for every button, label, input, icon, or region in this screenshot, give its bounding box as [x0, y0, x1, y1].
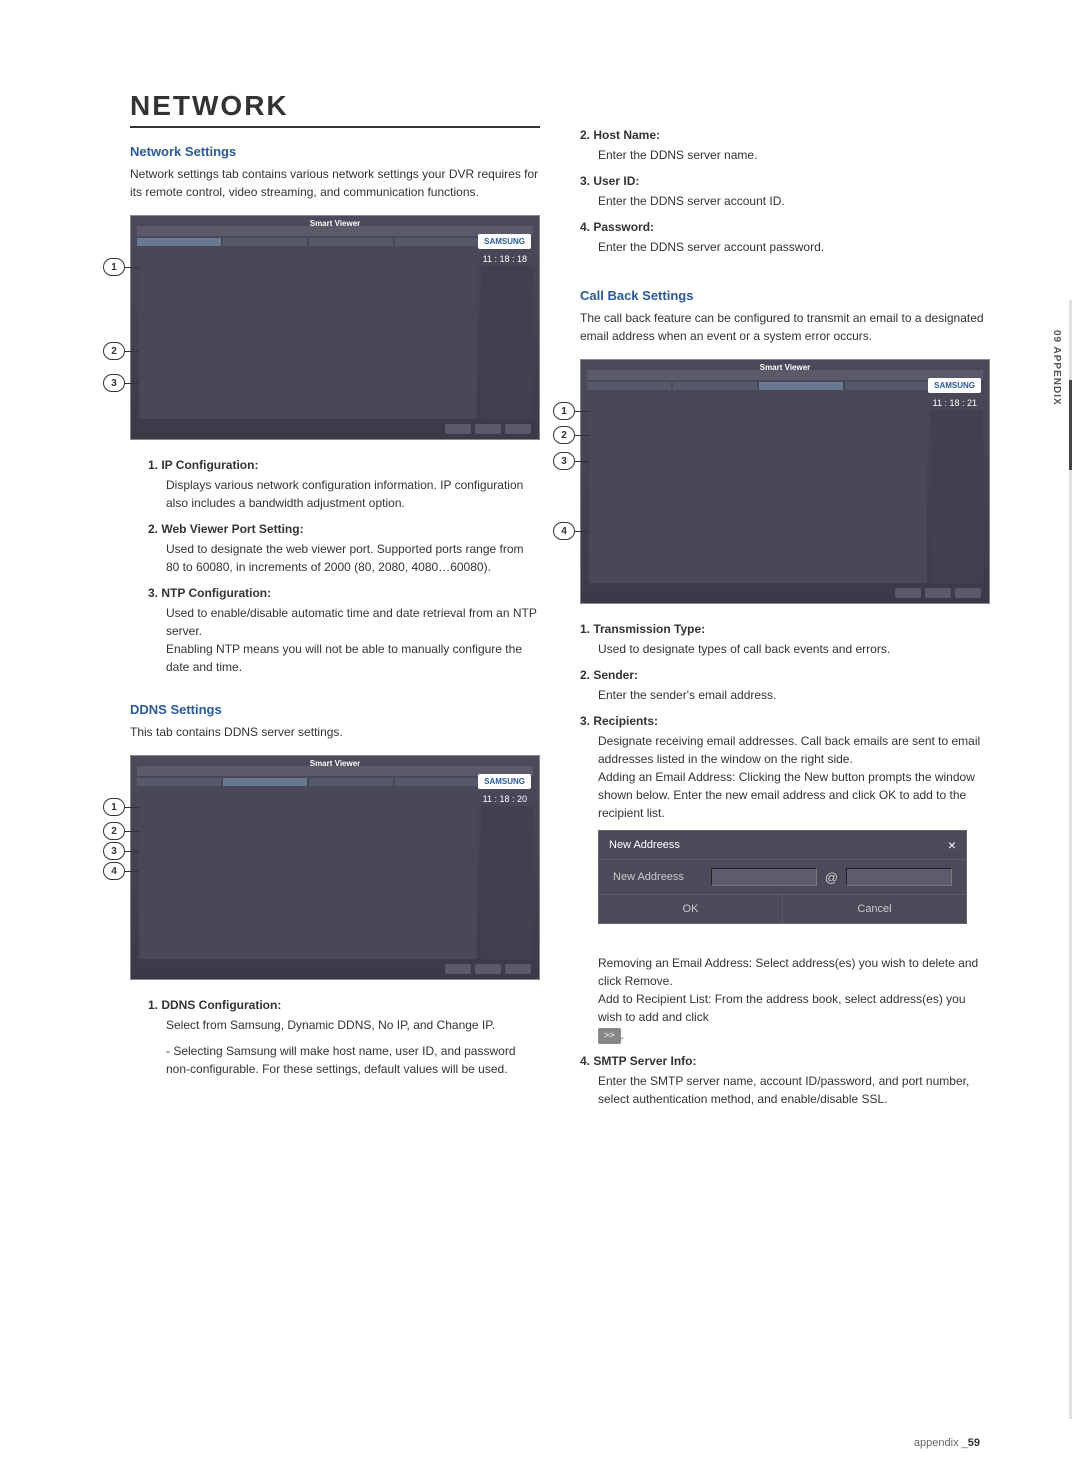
item-body: Used to designate the web viewer port. S… [166, 540, 540, 576]
callout-2: 2 [553, 426, 575, 444]
network-settings-header: Network Settings [130, 144, 540, 159]
item-title: 2. Sender: [580, 668, 990, 682]
screenshot-title: Smart Viewer [760, 363, 811, 372]
ddns-settings-screenshot: Smart Viewer SAMSUNG 11 : 18 : 20 1 2 3 … [130, 755, 540, 980]
callout-1: 1 [553, 402, 575, 420]
page-number: 59 [968, 1437, 980, 1449]
dialog-title: New Addreess [609, 839, 680, 851]
side-scrollbar-thumb [1069, 380, 1072, 470]
section-title: NETWORK [130, 90, 540, 128]
screenshot-time: 11 : 18 : 18 [483, 254, 527, 266]
item-title: 2. Host Name: [580, 128, 990, 142]
callout-1: 1 [103, 798, 125, 816]
screenshot-title: Smart Viewer [310, 219, 361, 228]
section-side-label: 09 APPENDIX [1051, 330, 1062, 406]
callback-settings-desc: The call back feature can be configured … [580, 309, 990, 345]
callback-settings-screenshot: Smart Viewer SAMSUNG 11 : 18 : 21 1 2 3 … [580, 359, 990, 604]
callout-4: 4 [553, 522, 575, 540]
item-title: 3. User ID: [580, 174, 990, 188]
email-domain-input[interactable] [846, 868, 952, 886]
network-settings-screenshot: Smart Viewer SAMSUNG 11 : 18 : 18 1 2 3 [130, 215, 540, 440]
ddns-settings-header: DDNS Settings [130, 702, 540, 717]
after-dialog-body: Removing an Email Address: Select addres… [598, 956, 978, 1024]
cancel-button[interactable]: Cancel [783, 895, 966, 923]
screenshot-title: Smart Viewer [310, 759, 361, 768]
at-symbol: @ [825, 870, 838, 885]
item-body: Enter the DDNS server account ID. [598, 192, 990, 210]
item-title: 1. DDNS Configuration: [148, 998, 540, 1012]
callout-1: 1 [103, 258, 125, 276]
callout-3: 3 [103, 842, 125, 860]
screenshot-time: 11 : 18 : 21 [933, 398, 977, 410]
period: . [621, 1028, 624, 1042]
brand-logo: SAMSUNG [478, 234, 531, 249]
dialog-field-label: New Addreess [613, 871, 703, 883]
item-body: Enter the DDNS server account password. [598, 238, 990, 256]
item-body: Select from Samsung, Dynamic DDNS, No IP… [166, 1016, 540, 1034]
ddns-settings-desc: This tab contains DDNS server settings. [130, 723, 540, 741]
email-local-input[interactable] [711, 868, 817, 886]
ok-button[interactable]: OK [599, 895, 783, 923]
callback-settings-header: Call Back Settings [580, 288, 990, 303]
close-icon[interactable]: × [948, 837, 956, 853]
new-address-dialog: New Addreess × New Addreess @ OK Cancel [598, 830, 967, 924]
item-body: Used to enable/disable automatic time an… [166, 604, 540, 676]
item-body: Enter the DDNS server name. [598, 146, 990, 164]
item-title: 2. Web Viewer Port Setting: [148, 522, 540, 536]
item-body: Enter the SMTP server name, account ID/p… [598, 1072, 990, 1108]
item-title: 1. IP Configuration: [148, 458, 540, 472]
footer-label: appendix _ [914, 1437, 968, 1449]
after-dialog-text: Removing an Email Address: Select addres… [598, 936, 990, 1044]
item-title: 1. Transmission Type: [580, 622, 990, 636]
right-column: 2. Host Name: Enter the DDNS server name… [580, 90, 990, 1116]
callout-2: 2 [103, 342, 125, 360]
left-column: NETWORK Network Settings Network setting… [130, 90, 540, 1116]
network-settings-desc: Network settings tab contains various ne… [130, 165, 540, 201]
screenshot-time: 11 : 18 : 20 [483, 794, 527, 806]
callout-2: 2 [103, 822, 125, 840]
item-body: Enter the sender's email address. [598, 686, 990, 704]
brand-logo: SAMSUNG [478, 774, 531, 789]
item-title: 3. Recipients: [580, 714, 990, 728]
callout-4: 4 [103, 862, 125, 880]
item-body: Designate receiving email addresses. Cal… [598, 732, 990, 822]
item-title: 4. SMTP Server Info: [580, 1054, 990, 1068]
item-title: 4. Password: [580, 220, 990, 234]
arrow-right-icon[interactable]: >> [598, 1028, 621, 1044]
item-body: Displays various network configuration i… [166, 476, 540, 512]
item-title: 3. NTP Configuration: [148, 586, 540, 600]
callout-3: 3 [103, 374, 125, 392]
brand-logo: SAMSUNG [928, 378, 981, 393]
item-body: Used to designate types of call back eve… [598, 640, 990, 658]
page-footer: appendix _59 [914, 1437, 980, 1449]
callout-3: 3 [553, 452, 575, 470]
item-dash: - Selecting Samsung will make host name,… [166, 1042, 540, 1078]
